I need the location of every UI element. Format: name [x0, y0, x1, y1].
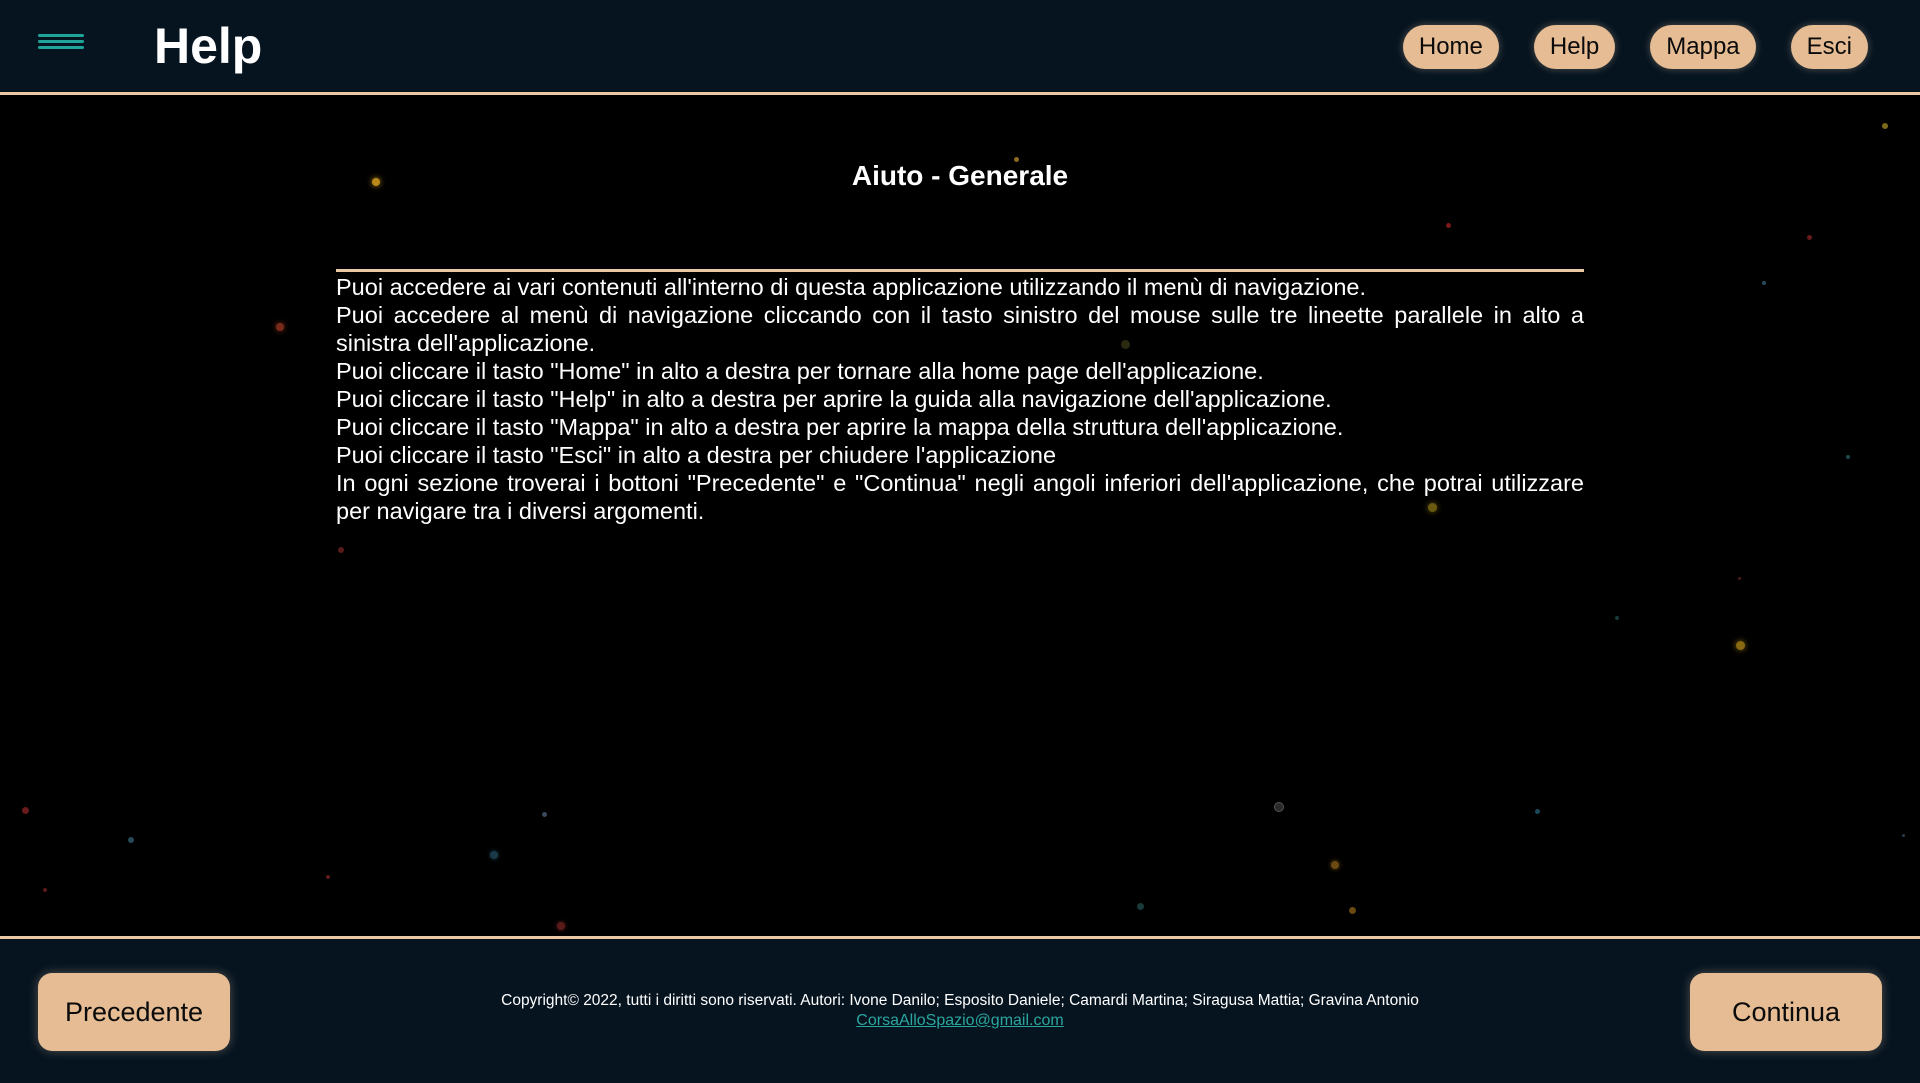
star	[326, 875, 330, 879]
help-paragraph: Puoi cliccare il tasto "Esci" in alto a …	[336, 442, 1057, 468]
star	[1137, 903, 1144, 910]
help-paragraph: Puoi cliccare il tasto "Home" in alto a …	[336, 358, 1264, 384]
help-button[interactable]: Help	[1533, 25, 1616, 69]
page-title: Help	[154, 18, 263, 74]
star	[1535, 809, 1540, 814]
star	[1615, 616, 1619, 620]
star	[276, 323, 284, 331]
home-button[interactable]: Home	[1402, 25, 1499, 69]
mappa-button[interactable]: Mappa	[1650, 25, 1756, 69]
star	[1738, 577, 1741, 580]
star	[1902, 834, 1905, 837]
star	[1349, 907, 1356, 914]
esci-button[interactable]: Esci	[1790, 25, 1868, 69]
continua-button[interactable]: Continua	[1690, 973, 1882, 1051]
section-title: Aiuto - Generale	[851, 160, 1069, 191]
email-link[interactable]: CorsaAlloSpazio@gmail.com	[856, 1011, 1063, 1031]
copyright-text: Copyright© 2022, tutti i diritti sono ri…	[501, 992, 1419, 1009]
star	[1846, 455, 1850, 459]
star	[1446, 223, 1451, 228]
star	[22, 807, 29, 814]
copyright: Copyright© 2022, tutti i diritti sono ri…	[0, 991, 1920, 1031]
star	[557, 922, 565, 930]
help-paragraph: Puoi cliccare il tasto "Help" in alto a …	[336, 386, 1332, 412]
help-paragraph: Puoi accedere ai vari contenuti all'inte…	[336, 274, 1366, 300]
star	[1274, 802, 1284, 812]
title-divider	[336, 269, 1584, 272]
help-paragraph: In ogni sezione troverai i bottoni "Prec…	[336, 470, 1584, 524]
app-footer: Precedente Copyright© 2022, tutti i diri…	[0, 936, 1920, 1083]
star	[1762, 281, 1766, 285]
help-paragraph: Puoi cliccare il tasto "Mappa" in alto a…	[336, 414, 1344, 440]
star	[128, 837, 134, 843]
help-paragraph: Puoi accedere al menù di navigazione cli…	[336, 302, 1584, 356]
app-header: Help Home Help Mappa Esci	[0, 0, 1920, 95]
star	[1807, 235, 1812, 240]
star	[338, 547, 344, 553]
top-nav: Home Help Mappa Esci	[1368, 25, 1868, 69]
star	[1736, 641, 1745, 650]
main-content: Aiuto - Generale Puoi accedere ai vari c…	[0, 95, 1920, 936]
hamburger-menu-icon[interactable]	[38, 34, 84, 56]
star	[1331, 861, 1339, 869]
star	[490, 851, 498, 859]
help-text: Puoi accedere ai vari contenuti all'inte…	[336, 273, 1584, 525]
star	[1882, 123, 1888, 129]
star	[43, 888, 47, 892]
star	[542, 812, 547, 817]
